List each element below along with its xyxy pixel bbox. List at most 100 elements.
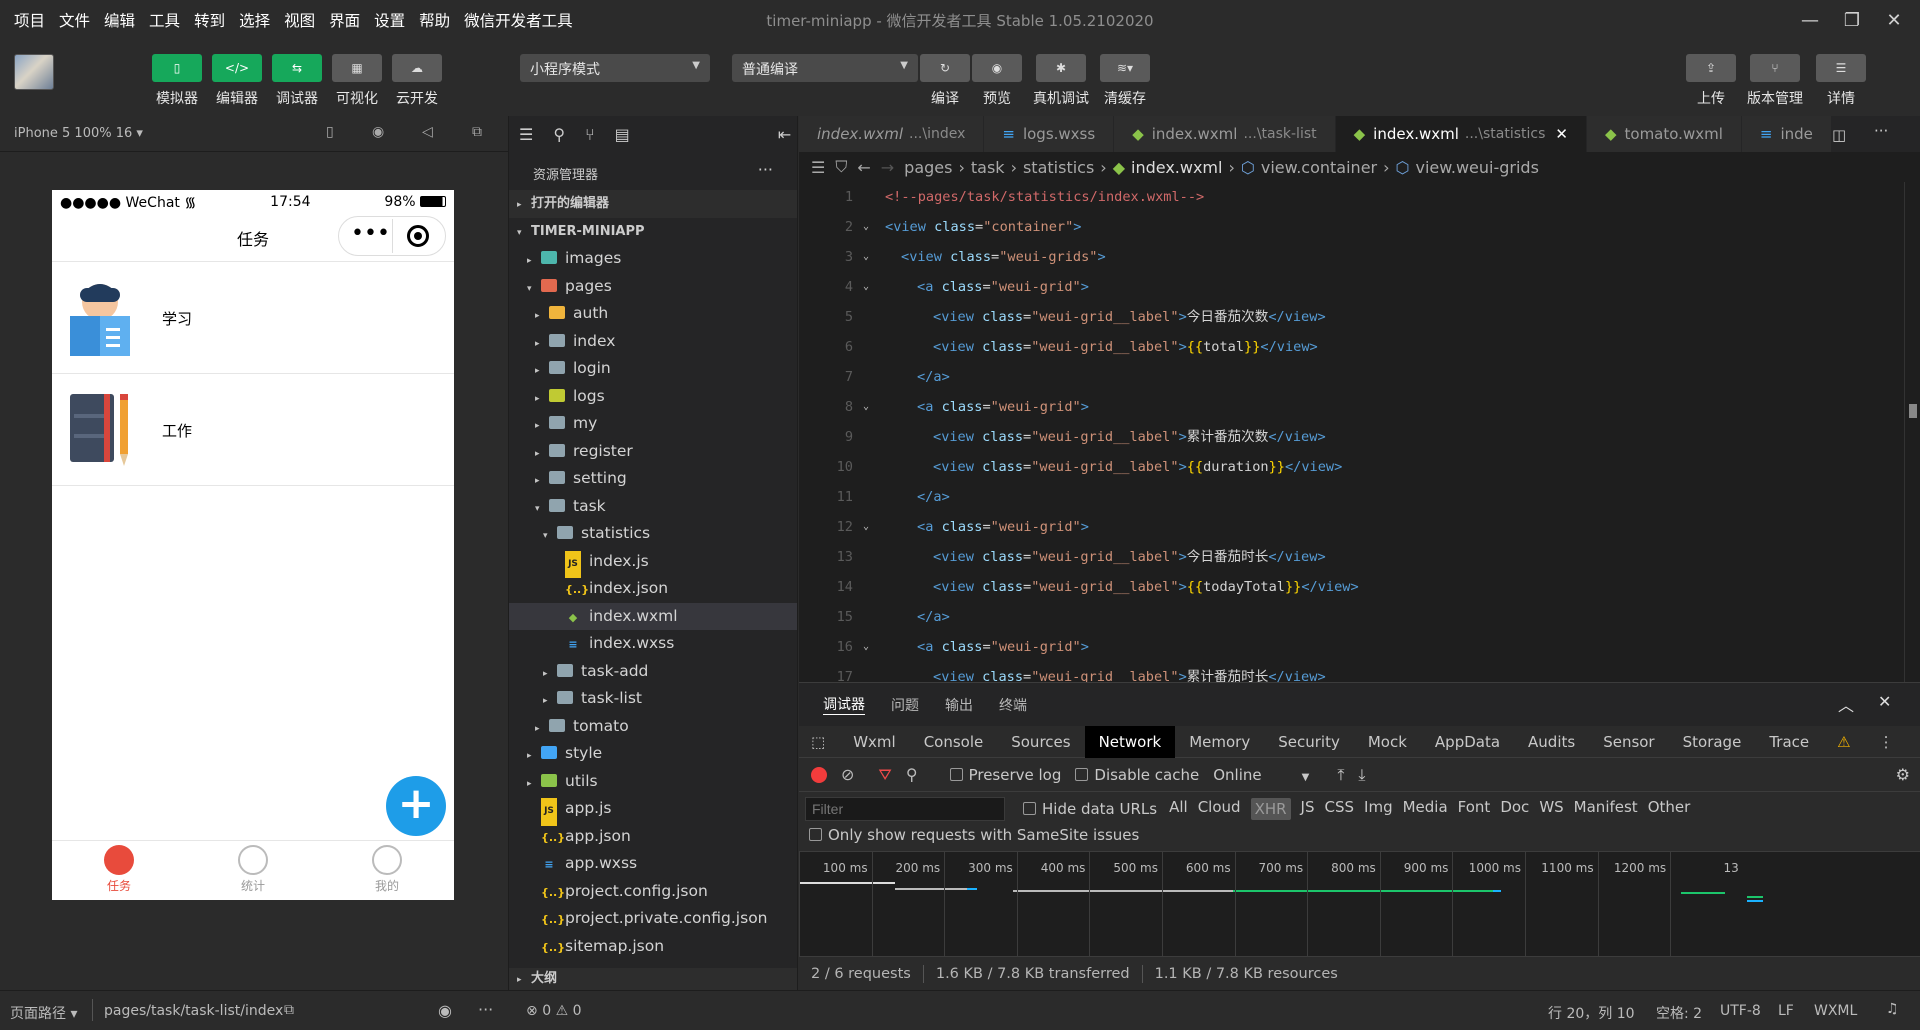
extensions-icon[interactable]: ▤ — [615, 125, 630, 144]
menu-item[interactable]: 微信开发者工具 — [464, 9, 573, 31]
tree-folder[interactable]: ▸ style — [509, 740, 797, 768]
encoding[interactable]: UTF-8 — [1720, 1003, 1761, 1019]
tree-folder[interactable]: ▸ tomato — [509, 713, 797, 741]
filter-icon[interactable]: ⛛ — [878, 765, 891, 785]
devtools-tab[interactable]: 终端 — [999, 695, 1027, 715]
close-icon[interactable]: ✕ — [1878, 692, 1891, 711]
type-filter[interactable]: Img — [1364, 798, 1393, 820]
tab-me[interactable]: 我的 — [320, 841, 454, 900]
list-icon[interactable]: ☰ — [811, 158, 825, 177]
search-icon[interactable]: ⚲ — [906, 765, 918, 784]
panel-tab[interactable]: Audits — [1514, 726, 1589, 758]
bug-button[interactable]: ✱ — [1036, 54, 1086, 82]
files-icon[interactable]: ☰ — [519, 125, 533, 144]
breadcrumb-item[interactable]: view.container — [1261, 158, 1377, 177]
avatar[interactable] — [14, 54, 54, 90]
export-icon[interactable]: ⤓ — [1358, 765, 1365, 785]
editor-tab[interactable]: ≡ inde — [1741, 116, 1832, 152]
hide-data-urls-checkbox[interactable]: Hide data URLs — [1023, 800, 1157, 818]
code-editor[interactable]: 1 <!--pages/task/statistics/index.wxml-->… — [799, 182, 1904, 682]
fold-icon[interactable]: ⌄ — [863, 392, 869, 422]
type-filter[interactable]: Manifest — [1574, 798, 1638, 820]
page-path-select[interactable]: 页面路径 ▾ — [10, 1003, 77, 1023]
editor-tab[interactable]: ◆index.wxml...\index — [799, 116, 985, 152]
tree-folder[interactable]: ▸ setting — [509, 465, 797, 493]
eye-icon[interactable]: ◉ — [438, 1001, 452, 1020]
open-editors-section[interactable]: ▸ 打开的编辑器 — [509, 190, 797, 218]
filter-input[interactable] — [805, 797, 1005, 821]
type-filter[interactable]: XHR — [1250, 798, 1291, 820]
devtools-tab[interactable]: 调试器 — [823, 694, 865, 715]
phone-button[interactable]: ▯ — [152, 54, 202, 82]
problems-indicator[interactable]: ⊗ 0 ⚠ 0 — [526, 1003, 582, 1019]
import-icon[interactable]: ⤒ — [1337, 765, 1344, 785]
forward-icon[interactable]: → — [881, 158, 894, 177]
window-icon[interactable]: ⧉ — [472, 124, 482, 140]
disable-cache-checkbox[interactable]: Disable cache — [1075, 766, 1199, 784]
tree-folder[interactable]: ▸ utils — [509, 768, 797, 796]
tree-folder[interactable]: ▸ my — [509, 410, 797, 438]
tree-file[interactable]: {..}sitemap.json — [509, 933, 797, 961]
outline-section[interactable]: ▸ 大纲 — [509, 968, 797, 990]
tree-folder[interactable]: ▸ task-add — [509, 658, 797, 686]
type-filter[interactable]: Cloud — [1198, 798, 1241, 820]
language-mode[interactable]: WXML — [1814, 1003, 1857, 1019]
panel-tab[interactable]: Sensor — [1589, 726, 1668, 758]
tree-file[interactable]: {..}app.json — [509, 823, 797, 851]
tree-folder[interactable]: ▸ task-list — [509, 685, 797, 713]
tree-folder[interactable]: ▸ auth — [509, 300, 797, 328]
minimize-icon[interactable]: — — [1796, 6, 1824, 34]
more-icon[interactable]: ••• — [351, 221, 390, 246]
more-icon[interactable]: ··· — [1874, 122, 1888, 140]
refresh-button[interactable]: ↻ — [920, 54, 970, 82]
tree-folder[interactable]: ▾ pages — [509, 273, 797, 301]
more-icon[interactable]: ··· — [478, 1000, 493, 1019]
tree-folder[interactable]: ▾ statistics — [509, 520, 797, 548]
tree-folder[interactable]: ▸ index — [509, 328, 797, 356]
more-icon[interactable]: ⋮ — [1865, 726, 1908, 758]
close-miniapp-icon[interactable] — [407, 225, 429, 247]
editor-tab[interactable]: ◆ tomato.wxml — [1586, 116, 1742, 152]
tree-file[interactable]: {..}project.config.json — [509, 878, 797, 906]
type-filter[interactable]: Other — [1648, 798, 1691, 820]
type-filter[interactable]: WS — [1539, 798, 1563, 820]
back-icon[interactable]: ← — [857, 158, 870, 177]
tree-folder[interactable]: ▾ task — [509, 493, 797, 521]
clear-icon[interactable]: ⊘ — [841, 765, 854, 784]
source-control-icon[interactable]: ⑂ — [585, 125, 595, 144]
fold-icon[interactable]: ⌄ — [863, 512, 869, 542]
menu-item[interactable]: 选择 — [239, 9, 270, 31]
menu-item[interactable]: 转到 — [194, 9, 225, 31]
list-item[interactable]: 学习 — [52, 262, 454, 374]
more-icon[interactable]: ··· — [758, 160, 773, 179]
project-section[interactable]: ▾ TIMER-MINIAPP — [509, 217, 797, 245]
code-button[interactable]: </> — [212, 54, 262, 82]
tree-folder[interactable]: ▸ register — [509, 438, 797, 466]
tree-folder[interactable]: ▸ login — [509, 355, 797, 383]
breadcrumb-item[interactable]: statistics — [1023, 158, 1094, 177]
close-window-icon[interactable]: ✕ — [1880, 6, 1908, 34]
devtools-tab[interactable]: 输出 — [945, 695, 973, 715]
phone-icon[interactable]: ▯ — [326, 124, 334, 140]
editor-tab[interactable]: ≡ logs.wxss — [984, 116, 1115, 152]
tree-file[interactable]: JS index.js — [509, 548, 797, 578]
gear-icon[interactable]: ⚙ — [1896, 765, 1910, 784]
menu-item[interactable]: 编辑 — [104, 9, 135, 31]
maximize-icon[interactable]: ❐ — [1838, 6, 1866, 34]
type-filter[interactable]: Doc — [1500, 798, 1529, 820]
cloud-button[interactable]: ☁ — [392, 54, 442, 82]
panel-tab[interactable]: Memory — [1175, 726, 1264, 758]
type-filter[interactable]: All — [1169, 798, 1188, 820]
tree-folder[interactable]: ▸ images — [509, 245, 797, 273]
cursor-position[interactable]: 行 20，列 10 — [1548, 1003, 1635, 1023]
type-filter[interactable]: Media — [1403, 798, 1448, 820]
dock-icon[interactable]: ⧉ — [1908, 726, 1920, 758]
close-icon[interactable]: ✕ — [1555, 125, 1568, 143]
bookmark-icon[interactable]: ⛉ — [835, 157, 847, 177]
breadcrumb-item[interactable]: pages — [904, 158, 952, 177]
compile-select[interactable]: 普通编译 ▼ — [732, 54, 918, 82]
type-filter[interactable]: JS — [1301, 798, 1315, 820]
editor-tab[interactable]: ◆ index.wxml ...\task-list — [1114, 116, 1336, 152]
debug-button[interactable]: ⇆ — [272, 54, 322, 82]
panel-tab[interactable]: Trace — [1755, 726, 1823, 758]
